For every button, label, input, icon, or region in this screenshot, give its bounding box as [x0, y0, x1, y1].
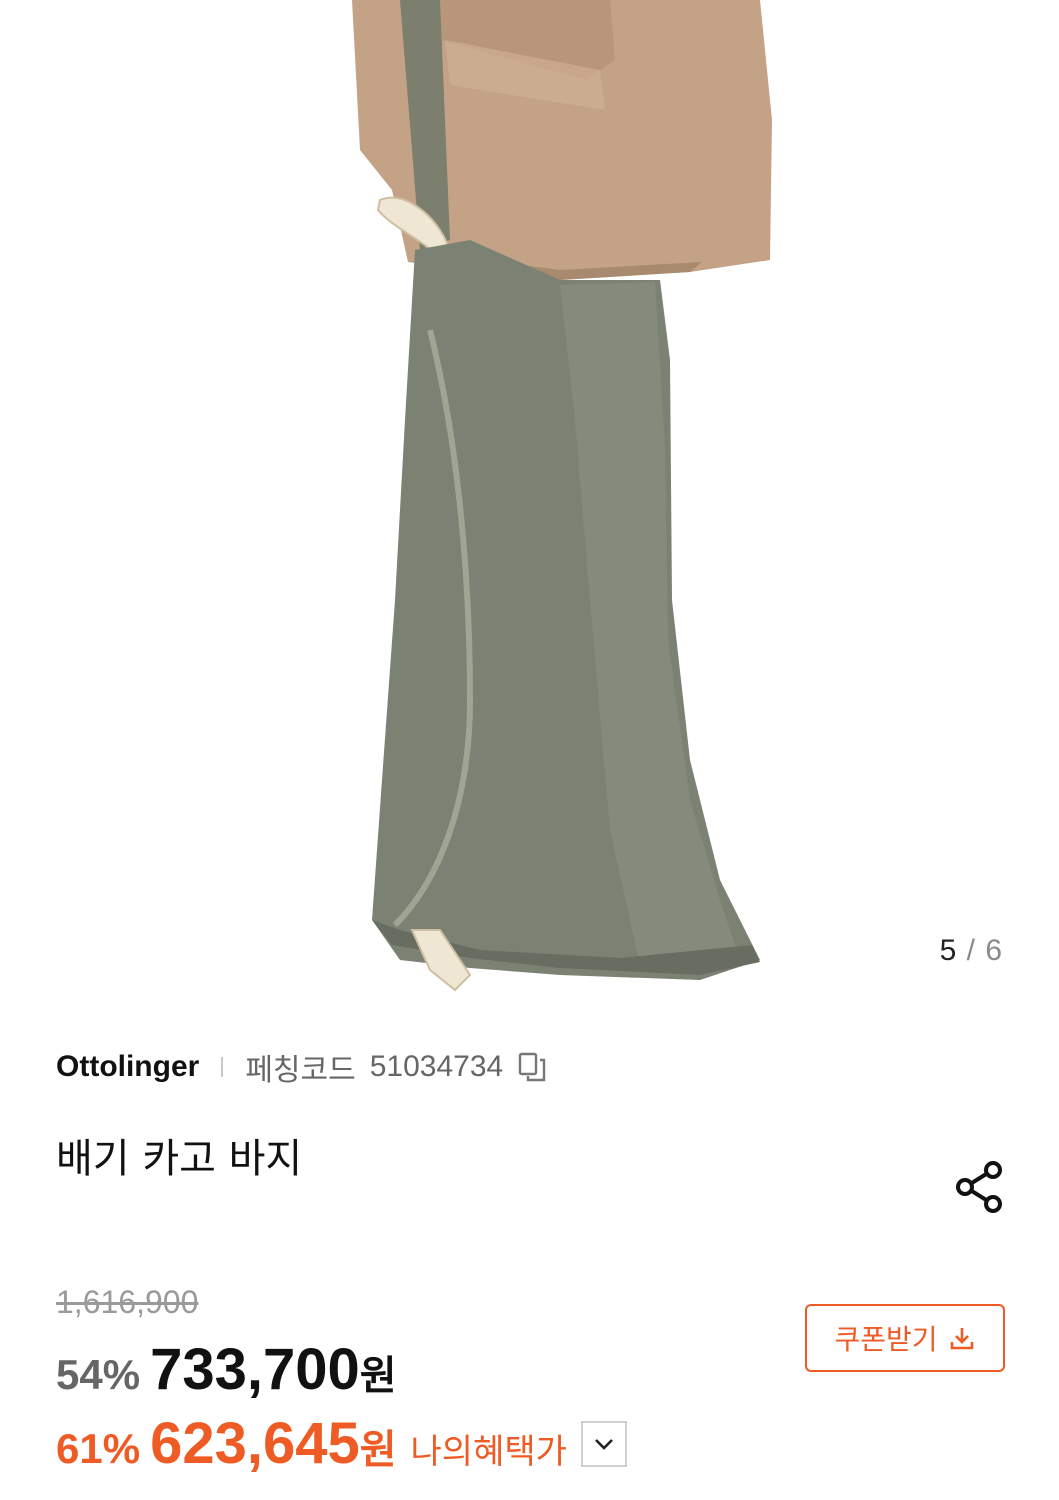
brand-link[interactable]: Ottolinger [56, 1050, 199, 1084]
meta-divider [221, 1057, 224, 1077]
original-price: 1,616,900 [56, 1284, 199, 1320]
benefit-details-toggle[interactable] [580, 1420, 627, 1467]
benefit-discount-rate: 61% [56, 1425, 141, 1472]
current-page: 5 [939, 934, 958, 967]
page-counter: 5 / 6 [940, 934, 1003, 968]
product-image [352, 0, 772, 992]
page-separator: / [966, 934, 976, 967]
sale-price: 733,700 [150, 1337, 360, 1402]
download-icon [950, 1328, 973, 1350]
product-image-gallery[interactable]: 5 / 6 [0, 0, 1059, 1000]
sale-price-row: 54% 733,700 원 [56, 1336, 397, 1403]
benefit-price: 623,645 [150, 1411, 360, 1476]
chevron-down-icon [595, 1438, 613, 1450]
fetching-code-value: 51034734 [369, 1050, 504, 1083]
share-icon[interactable] [951, 1158, 1009, 1216]
benefit-price-row: 61% 623,645 원 나의혜택가 [56, 1410, 627, 1477]
sale-discount-rate: 54% [56, 1351, 141, 1398]
sale-currency: 원 [359, 1353, 397, 1399]
product-title: 배기 카고 바지 [56, 1136, 303, 1182]
total-pages: 6 [985, 934, 1003, 967]
benefit-currency: 원 [359, 1427, 397, 1473]
copy-icon[interactable] [517, 1051, 549, 1083]
product-meta-row: Ottolinger 페칭코드 51034734 [56, 1044, 549, 1090]
get-coupon-button[interactable]: 쿠폰받기 [805, 1304, 1005, 1372]
fetching-code-label: 페칭코드 [245, 1054, 356, 1087]
coupon-button-label: 쿠폰받기 [834, 1323, 938, 1356]
benefit-price-label: 나의혜택가 [410, 1432, 567, 1472]
